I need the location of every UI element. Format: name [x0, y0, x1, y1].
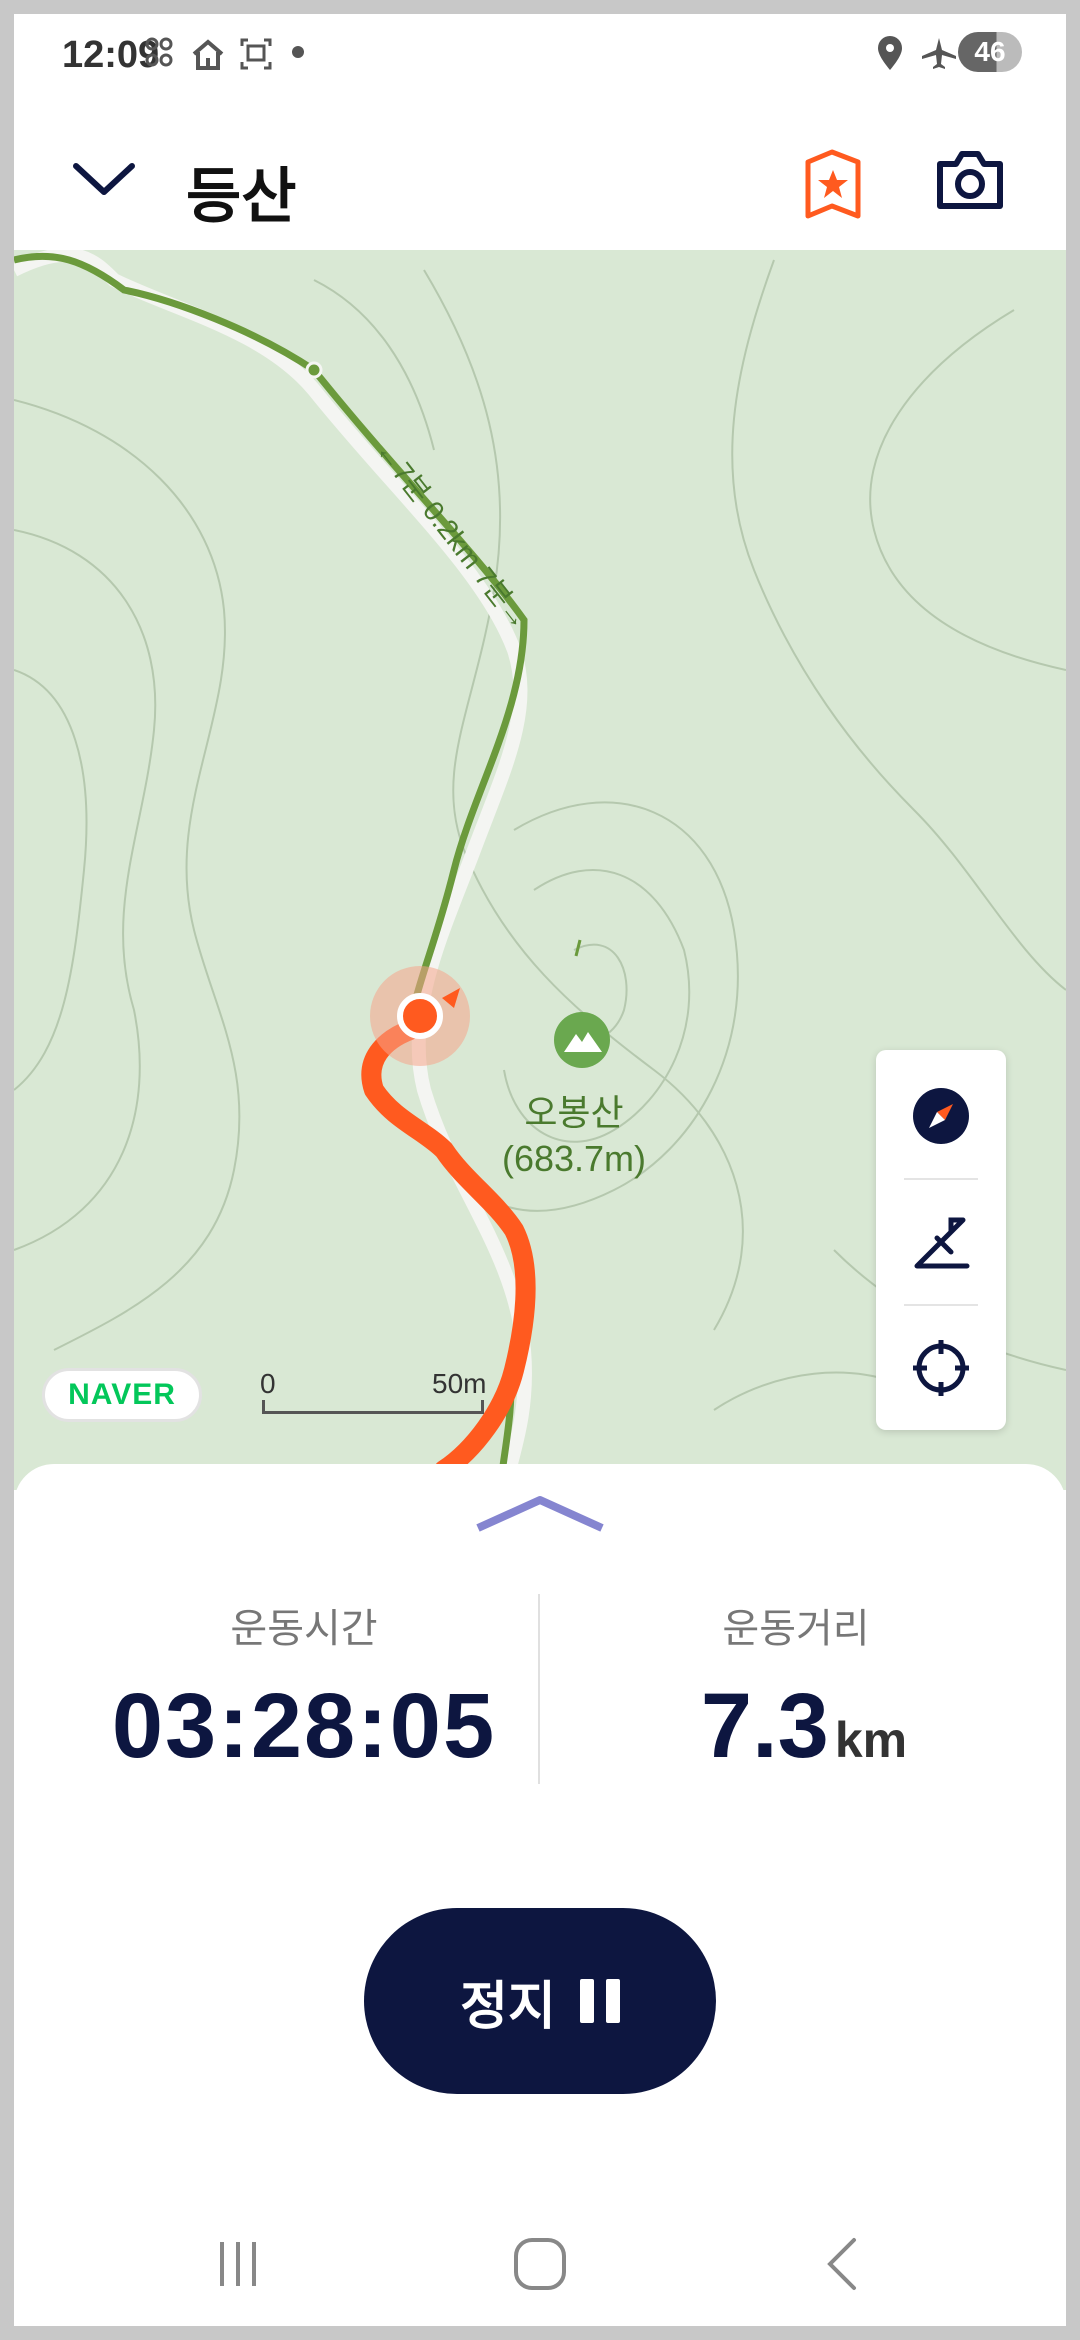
chevron-down-icon[interactable]: [72, 160, 136, 200]
pause-icon: [579, 1979, 620, 2023]
stop-label: 정지: [460, 1977, 556, 2036]
app-screen: 12:09 46 등산 ←7분 0.2km 7분→ 오봉산 (683.7m) N…: [14, 14, 1066, 2326]
back-button[interactable]: [814, 2234, 874, 2294]
mountain-badge-icon[interactable]: [802, 148, 864, 220]
terrain-icon: [914, 1217, 970, 1269]
stat-divider: [538, 1594, 540, 1784]
compass-button[interactable]: [876, 1054, 1006, 1178]
home-icon: [192, 39, 224, 70]
terrain-button[interactable]: [876, 1180, 1006, 1304]
home-button[interactable]: [510, 2234, 570, 2294]
lottery-icon: [145, 37, 173, 67]
image-icon: [240, 38, 272, 70]
scale-start-label: 0: [260, 1368, 276, 1399]
camera-icon[interactable]: [934, 148, 1006, 212]
distance-display: 7.3 km: [574, 1674, 1034, 1779]
time-label: 운동시간: [230, 1607, 378, 1651]
scale-bar: [262, 1400, 484, 1414]
distance-value: 7.3: [700, 1675, 829, 1777]
locate-icon: [913, 1340, 969, 1396]
airplane-icon: [922, 38, 956, 69]
compass-icon: [913, 1088, 969, 1144]
page-title: 등산: [186, 163, 297, 230]
workout-sheet: 운동시간 운동거리 03:28:05 7.3 km 정지: [14, 1464, 1066, 2326]
stop-button[interactable]: 정지: [364, 1908, 716, 2094]
elapsed-time: 03:28:05: [111, 1675, 497, 1777]
naver-logo[interactable]: NAVER: [42, 1368, 202, 1422]
svg-text:←7분 0.2km 7분→: ←7분 0.2km 7분→: [369, 435, 535, 636]
poi-label-obongsan[interactable]: 오봉산 (683.7m): [484, 1090, 664, 1182]
map-controls: [876, 1050, 1006, 1430]
chevron-up-icon[interactable]: [474, 1484, 606, 1534]
recent-apps-button[interactable]: [208, 2234, 268, 2294]
distance-label: 운동거리: [722, 1607, 870, 1651]
poi-name: 오봉산: [524, 1092, 624, 1133]
system-nav-bar: [14, 2204, 1066, 2326]
map-view[interactable]: ←7분 0.2km 7분→ 오봉산 (683.7m) NAVER 0 50m: [14, 250, 1066, 1490]
status-bar: 12:09 46: [14, 14, 1066, 90]
trail-time-label: ←7분 0.2km 7분→: [369, 435, 535, 636]
distance-unit: km: [834, 1712, 908, 1768]
locate-button[interactable]: [876, 1306, 1006, 1430]
poi-elevation: (683.7m): [501, 1138, 647, 1179]
app-header: 등산: [14, 90, 1066, 250]
dot-icon: [292, 46, 304, 58]
scale-end-label: 50m: [432, 1368, 487, 1399]
location-icon: [878, 36, 902, 70]
battery-badge: 46: [958, 32, 1022, 72]
